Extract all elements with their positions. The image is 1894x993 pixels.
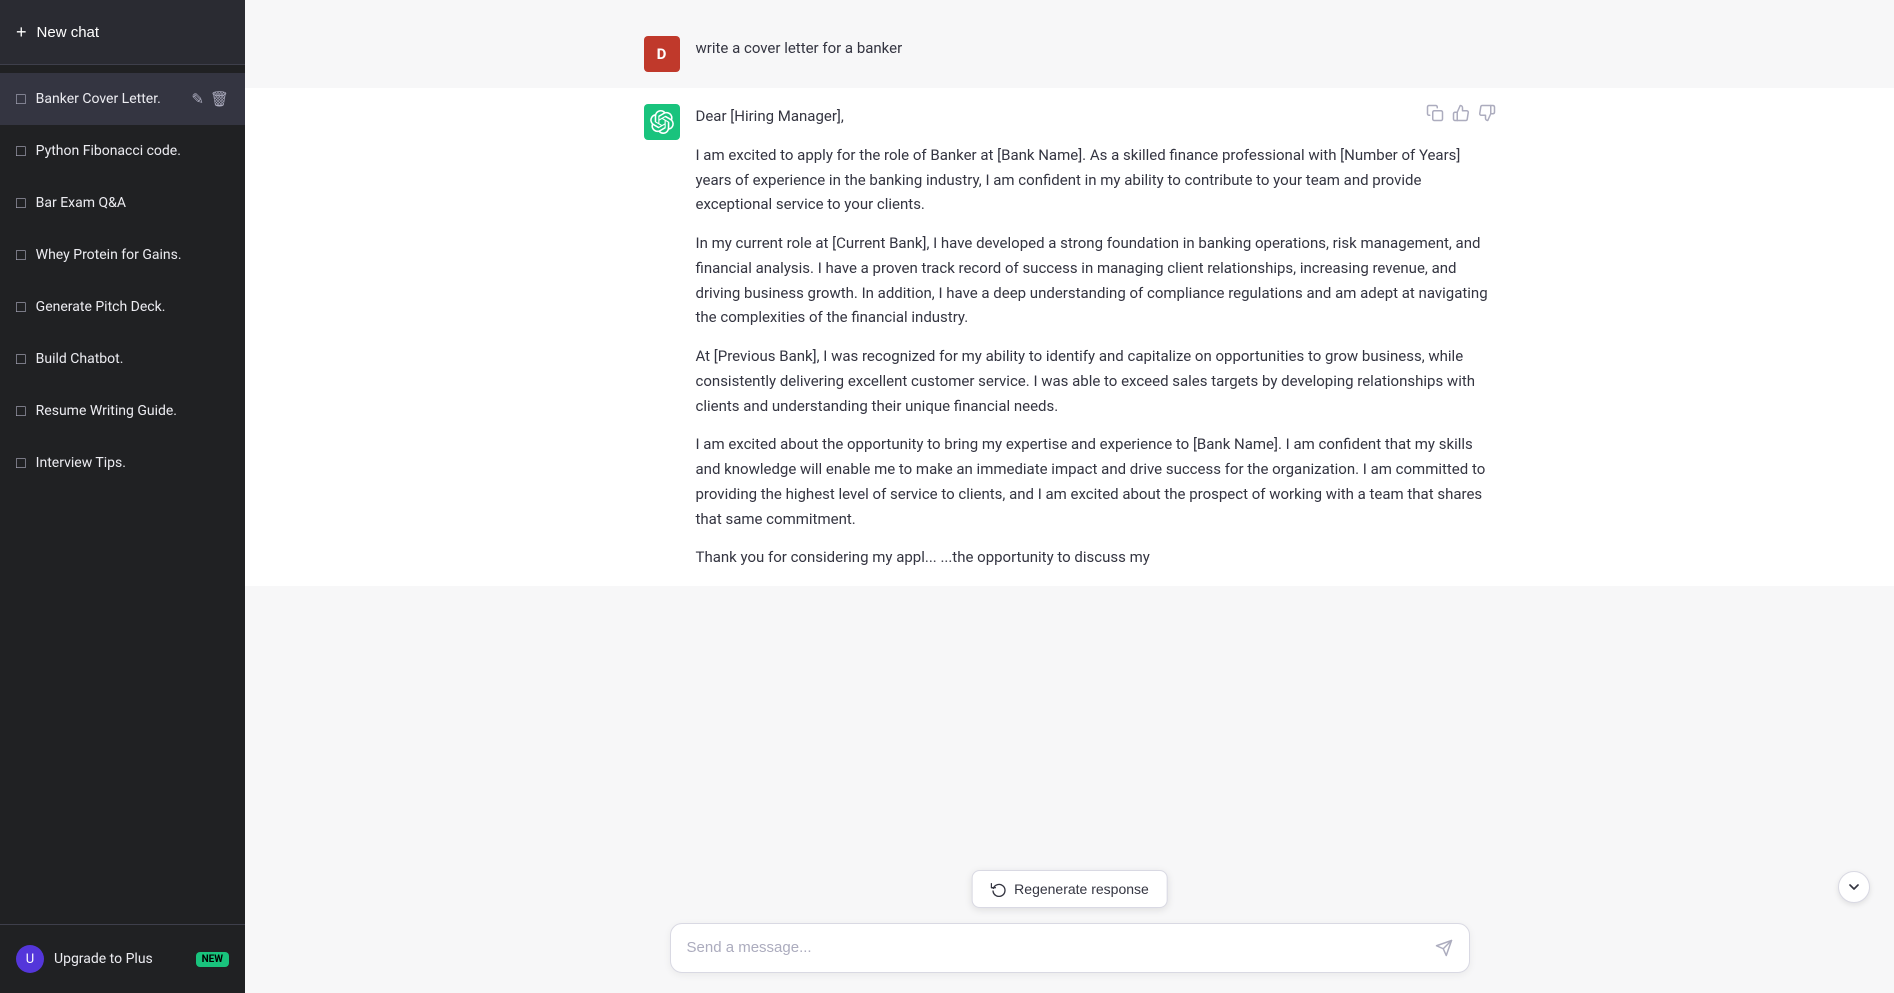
user-avatar: D <box>644 36 680 72</box>
chat-history-list: □ Banker Cover Letter. ✎ 🗑 □ Python Fibo… <box>0 65 245 924</box>
new-badge: NEW <box>196 952 229 967</box>
edit-icon[interactable]: ✎ <box>191 90 204 108</box>
chat-icon: □ <box>16 141 26 161</box>
paragraph-4: I am excited about the opportunity to br… <box>696 432 1496 531</box>
sidebar-item-chatbot[interactable]: □ Build Chatbot. <box>0 333 245 385</box>
paragraph-2: In my current role at [Current Bank], I … <box>696 231 1496 330</box>
chat-icon: □ <box>16 453 26 473</box>
regenerate-bar: Regenerate response <box>971 870 1168 908</box>
thumbs-up-icon[interactable] <box>1452 104 1470 126</box>
assistant-message: Dear [Hiring Manager], I am excited to a… <box>620 88 1520 586</box>
sidebar: + New chat □ Banker Cover Letter. ✎ 🗑 □ … <box>0 0 245 993</box>
sidebar-item-label: Generate Pitch Deck. <box>36 299 229 315</box>
paragraph-3: At [Previous Bank], I was recognized for… <box>696 344 1496 418</box>
main-content: D write a cover letter for a banker Dear… <box>245 0 1894 993</box>
sidebar-item-fibonacci[interactable]: □ Python Fibonacci code. <box>0 125 245 177</box>
thumbs-down-icon[interactable] <box>1478 104 1496 126</box>
copy-icon[interactable] <box>1426 104 1444 126</box>
send-button[interactable] <box>1435 939 1453 957</box>
chat-area: D write a cover letter for a banker Dear… <box>245 0 1894 993</box>
assistant-avatar <box>644 104 680 140</box>
sidebar-footer: U Upgrade to Plus NEW <box>0 924 245 993</box>
input-wrapper <box>670 923 1470 973</box>
user-avatar: U <box>16 945 44 973</box>
user-message-content: write a cover letter for a banker <box>696 36 903 61</box>
sidebar-item-label: Resume Writing Guide. <box>36 403 229 419</box>
chat-icon: □ <box>16 245 26 265</box>
sidebar-item-label: Interview Tips. <box>36 455 229 471</box>
sidebar-item-label: Banker Cover Letter. <box>36 91 182 107</box>
chat-icon: □ <box>16 349 26 369</box>
user-message: D write a cover letter for a banker <box>620 20 1520 88</box>
sidebar-item-resume[interactable]: □ Resume Writing Guide. <box>0 385 245 437</box>
sidebar-item-banker[interactable]: □ Banker Cover Letter. ✎ 🗑 <box>0 73 245 125</box>
regenerate-icon <box>990 881 1006 897</box>
item-actions: ✎ 🗑 <box>191 90 229 108</box>
delete-icon[interactable]: 🗑 <box>210 90 229 108</box>
new-chat-label: New chat <box>37 24 100 41</box>
assistant-message-row: Dear [Hiring Manager], I am excited to a… <box>245 88 1894 586</box>
sidebar-item-interview[interactable]: □ Interview Tips. <box>0 437 245 489</box>
sidebar-item-label: Python Fibonacci code. <box>36 143 229 159</box>
input-area <box>245 911 1894 993</box>
send-icon <box>1435 939 1453 957</box>
chat-icon: □ <box>16 297 26 317</box>
sidebar-item-pitch[interactable]: □ Generate Pitch Deck. <box>0 281 245 333</box>
paragraph-1: I am excited to apply for the role of Ba… <box>696 143 1496 217</box>
plus-icon: + <box>16 22 27 43</box>
paragraph-5: Thank you for considering my appl... ...… <box>696 545 1496 570</box>
chat-icon: □ <box>16 193 26 213</box>
sidebar-item-whey[interactable]: □ Whey Protein for Gains. <box>0 229 245 281</box>
upgrade-label: Upgrade to Plus <box>54 951 153 967</box>
regenerate-label: Regenerate response <box>1014 881 1149 897</box>
assistant-message-content: Dear [Hiring Manager], I am excited to a… <box>696 104 1496 570</box>
chat-icon: □ <box>16 89 26 109</box>
paragraph-0: Dear [Hiring Manager], <box>696 104 1496 129</box>
chevron-down-icon <box>1846 879 1862 895</box>
upgrade-button[interactable]: U Upgrade to Plus NEW <box>16 937 229 981</box>
chatgpt-logo-icon <box>650 110 674 134</box>
sidebar-item-label: Build Chatbot. <box>36 351 229 367</box>
scroll-down-button[interactable] <box>1838 871 1870 903</box>
new-chat-button[interactable]: + New chat <box>0 0 245 65</box>
sidebar-item-label: Bar Exam Q&A <box>36 195 229 211</box>
message-input[interactable] <box>687 934 1435 962</box>
user-message-row: D write a cover letter for a banker <box>245 20 1894 88</box>
sidebar-item-label: Whey Protein for Gains. <box>36 247 229 263</box>
regenerate-button[interactable]: Regenerate response <box>971 870 1168 908</box>
message-actions <box>1426 104 1496 126</box>
sidebar-item-barexam[interactable]: □ Bar Exam Q&A <box>0 177 245 229</box>
chat-icon: □ <box>16 401 26 421</box>
